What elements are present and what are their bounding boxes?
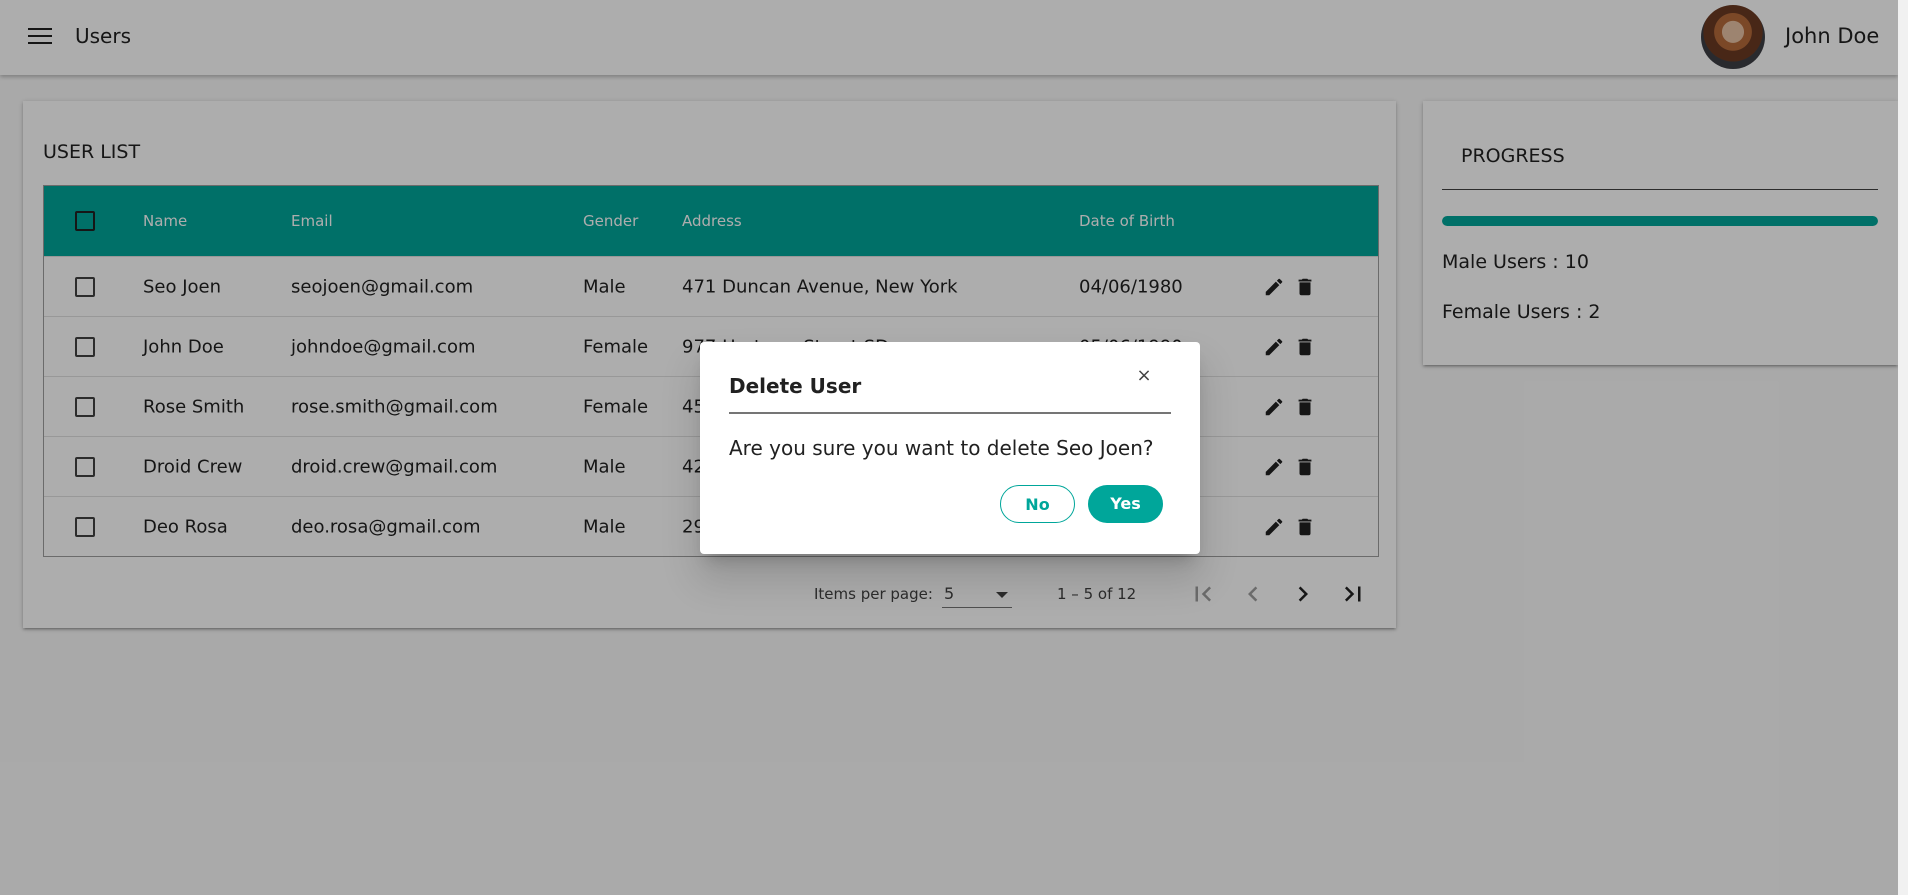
delete-user-dialog: Delete User × Are you sure you want to d…: [700, 342, 1200, 554]
dialog-message: Are you sure you want to delete Seo Joen…: [729, 436, 1154, 460]
close-icon[interactable]: ×: [1134, 366, 1154, 386]
scrollbar[interactable]: [1898, 0, 1908, 895]
no-button[interactable]: No: [1000, 485, 1075, 523]
yes-button[interactable]: Yes: [1088, 485, 1163, 523]
dialog-divider: [729, 412, 1171, 414]
dialog-title: Delete User: [729, 374, 862, 398]
